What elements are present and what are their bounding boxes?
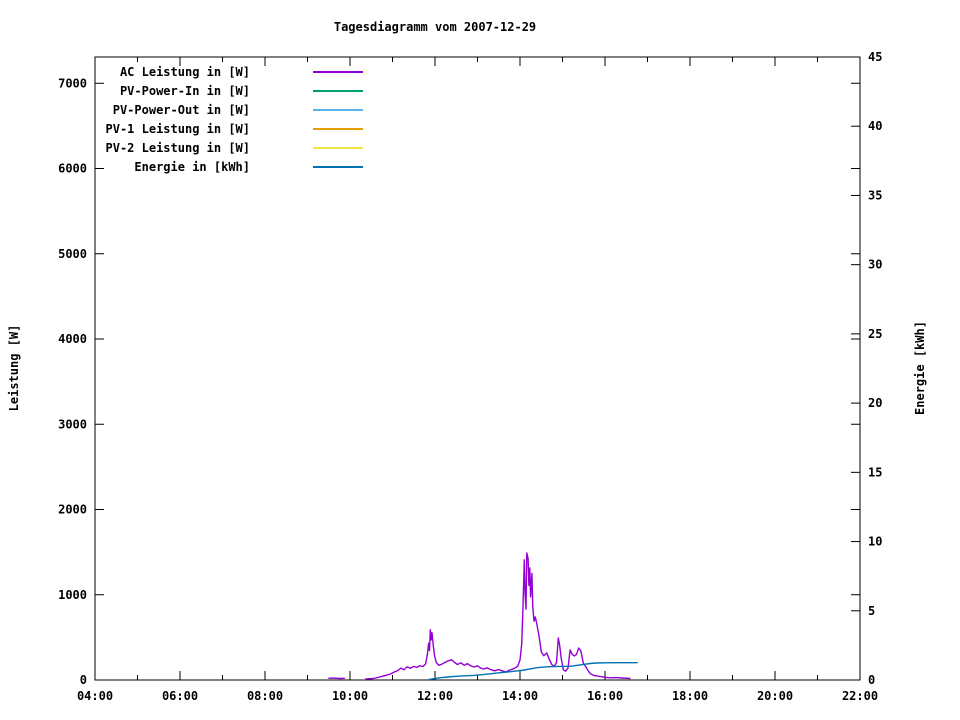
legend-label: AC Leistung in [W] — [120, 65, 250, 79]
legend-label: PV-Power-Out in [W] — [113, 103, 250, 117]
legend-label: PV-2 Leistung in [W] — [106, 141, 251, 155]
x-tick-label: 16:00 — [587, 689, 623, 703]
y-right-tick-label: 30 — [868, 258, 882, 272]
series-line-ac-leistung-in-w- — [328, 553, 630, 679]
y-left-tick-label: 3000 — [58, 417, 87, 431]
y-right-tick-label: 15 — [868, 465, 882, 479]
y-right-tick-label: 45 — [868, 50, 882, 64]
x-tick-label: 10:00 — [332, 689, 368, 703]
x-tick-label: 08:00 — [247, 689, 283, 703]
legend-label: PV-Power-In in [W] — [120, 84, 250, 98]
x-tick-label: 18:00 — [672, 689, 708, 703]
y-left-tick-label: 2000 — [58, 503, 87, 517]
y-right-tick-label: 25 — [868, 327, 882, 341]
chart-canvas: Tagesdiagramm vom 2007-12-29 Leistung [W… — [0, 0, 960, 720]
y-left-tick-label: 4000 — [58, 332, 87, 346]
y-left-tick-label: 6000 — [58, 162, 87, 176]
legend-label: PV-1 Leistung in [W] — [106, 122, 251, 136]
y-left-tick-label: 7000 — [58, 76, 87, 90]
y-left-tick-label: 5000 — [58, 247, 87, 261]
y-left-tick-label: 0 — [80, 673, 87, 687]
plot-area: 04:00 06:00 08:00 10:00 12:00 14:00 16:00 18:00… — [0, 0, 960, 720]
x-tick-label: 22:00 — [842, 689, 878, 703]
x-tick-label: 14:00 — [502, 689, 538, 703]
x-tick-label: 06:00 — [162, 689, 198, 703]
x-tick-label: 12:00 — [417, 689, 453, 703]
y-right-tick-label: 10 — [868, 535, 882, 549]
y-right-tick-label: 0 — [868, 673, 875, 687]
y-right-tick-label: 40 — [868, 119, 882, 133]
x-tick-label: 04:00 — [77, 689, 113, 703]
legend-label: Energie in [kWh] — [134, 160, 250, 174]
y-right-tick-label: 35 — [868, 188, 882, 202]
x-tick-label: 20:00 — [757, 689, 793, 703]
y-right-tick-label: 20 — [868, 396, 882, 410]
y-left-tick-label: 1000 — [58, 588, 87, 602]
y-right-tick-label: 5 — [868, 604, 875, 618]
